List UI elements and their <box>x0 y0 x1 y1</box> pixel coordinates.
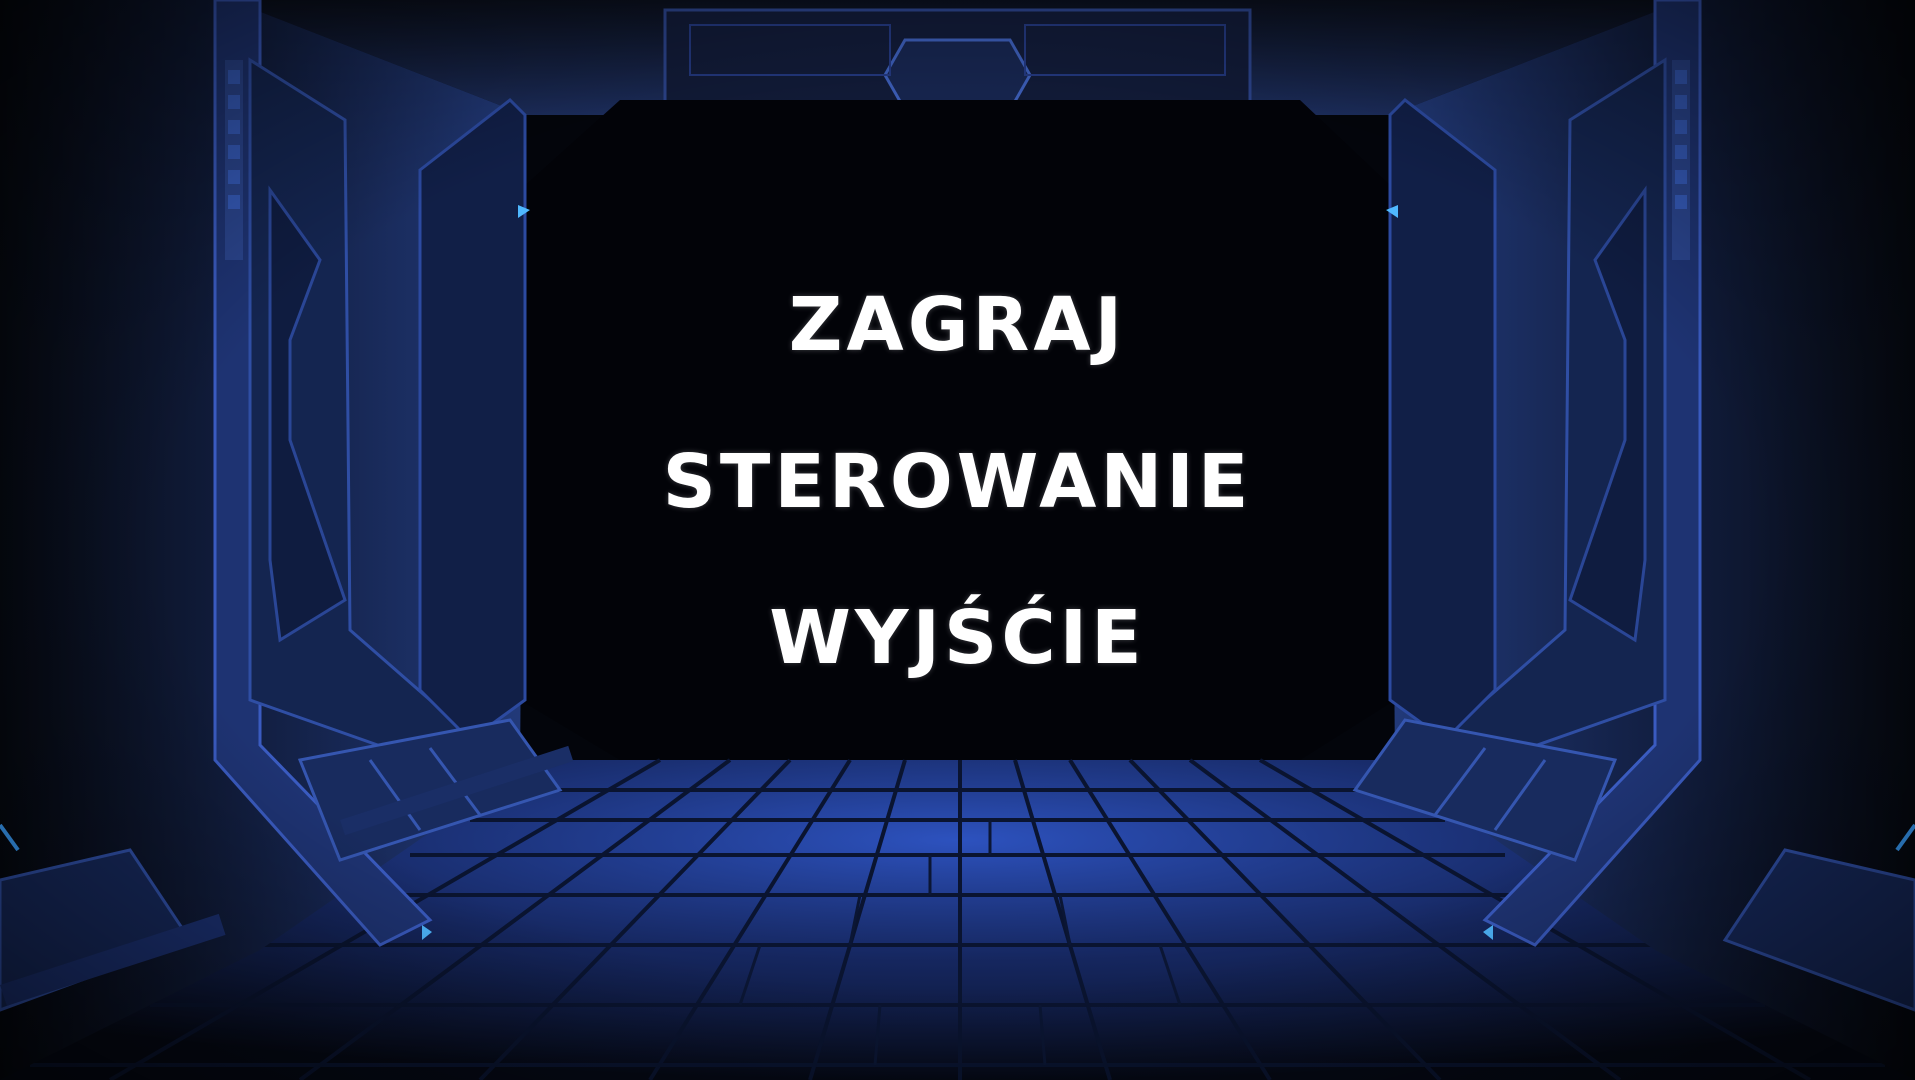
sci-fi-corridor-background <box>0 0 1915 1080</box>
play-button-label: ZAGRAJ <box>788 282 1127 368</box>
controls-button[interactable]: STEROWANIE <box>0 437 1915 527</box>
controls-button-label: STEROWANIE <box>662 439 1253 525</box>
exit-button-label: WYJŚĆIE <box>769 595 1146 681</box>
play-button[interactable]: ZAGRAJ <box>0 280 1915 370</box>
main-menu-screen: ZAGRAJ STEROWANIE WYJŚĆIE <box>0 0 1915 1080</box>
exit-button[interactable]: WYJŚĆIE <box>0 593 1915 683</box>
